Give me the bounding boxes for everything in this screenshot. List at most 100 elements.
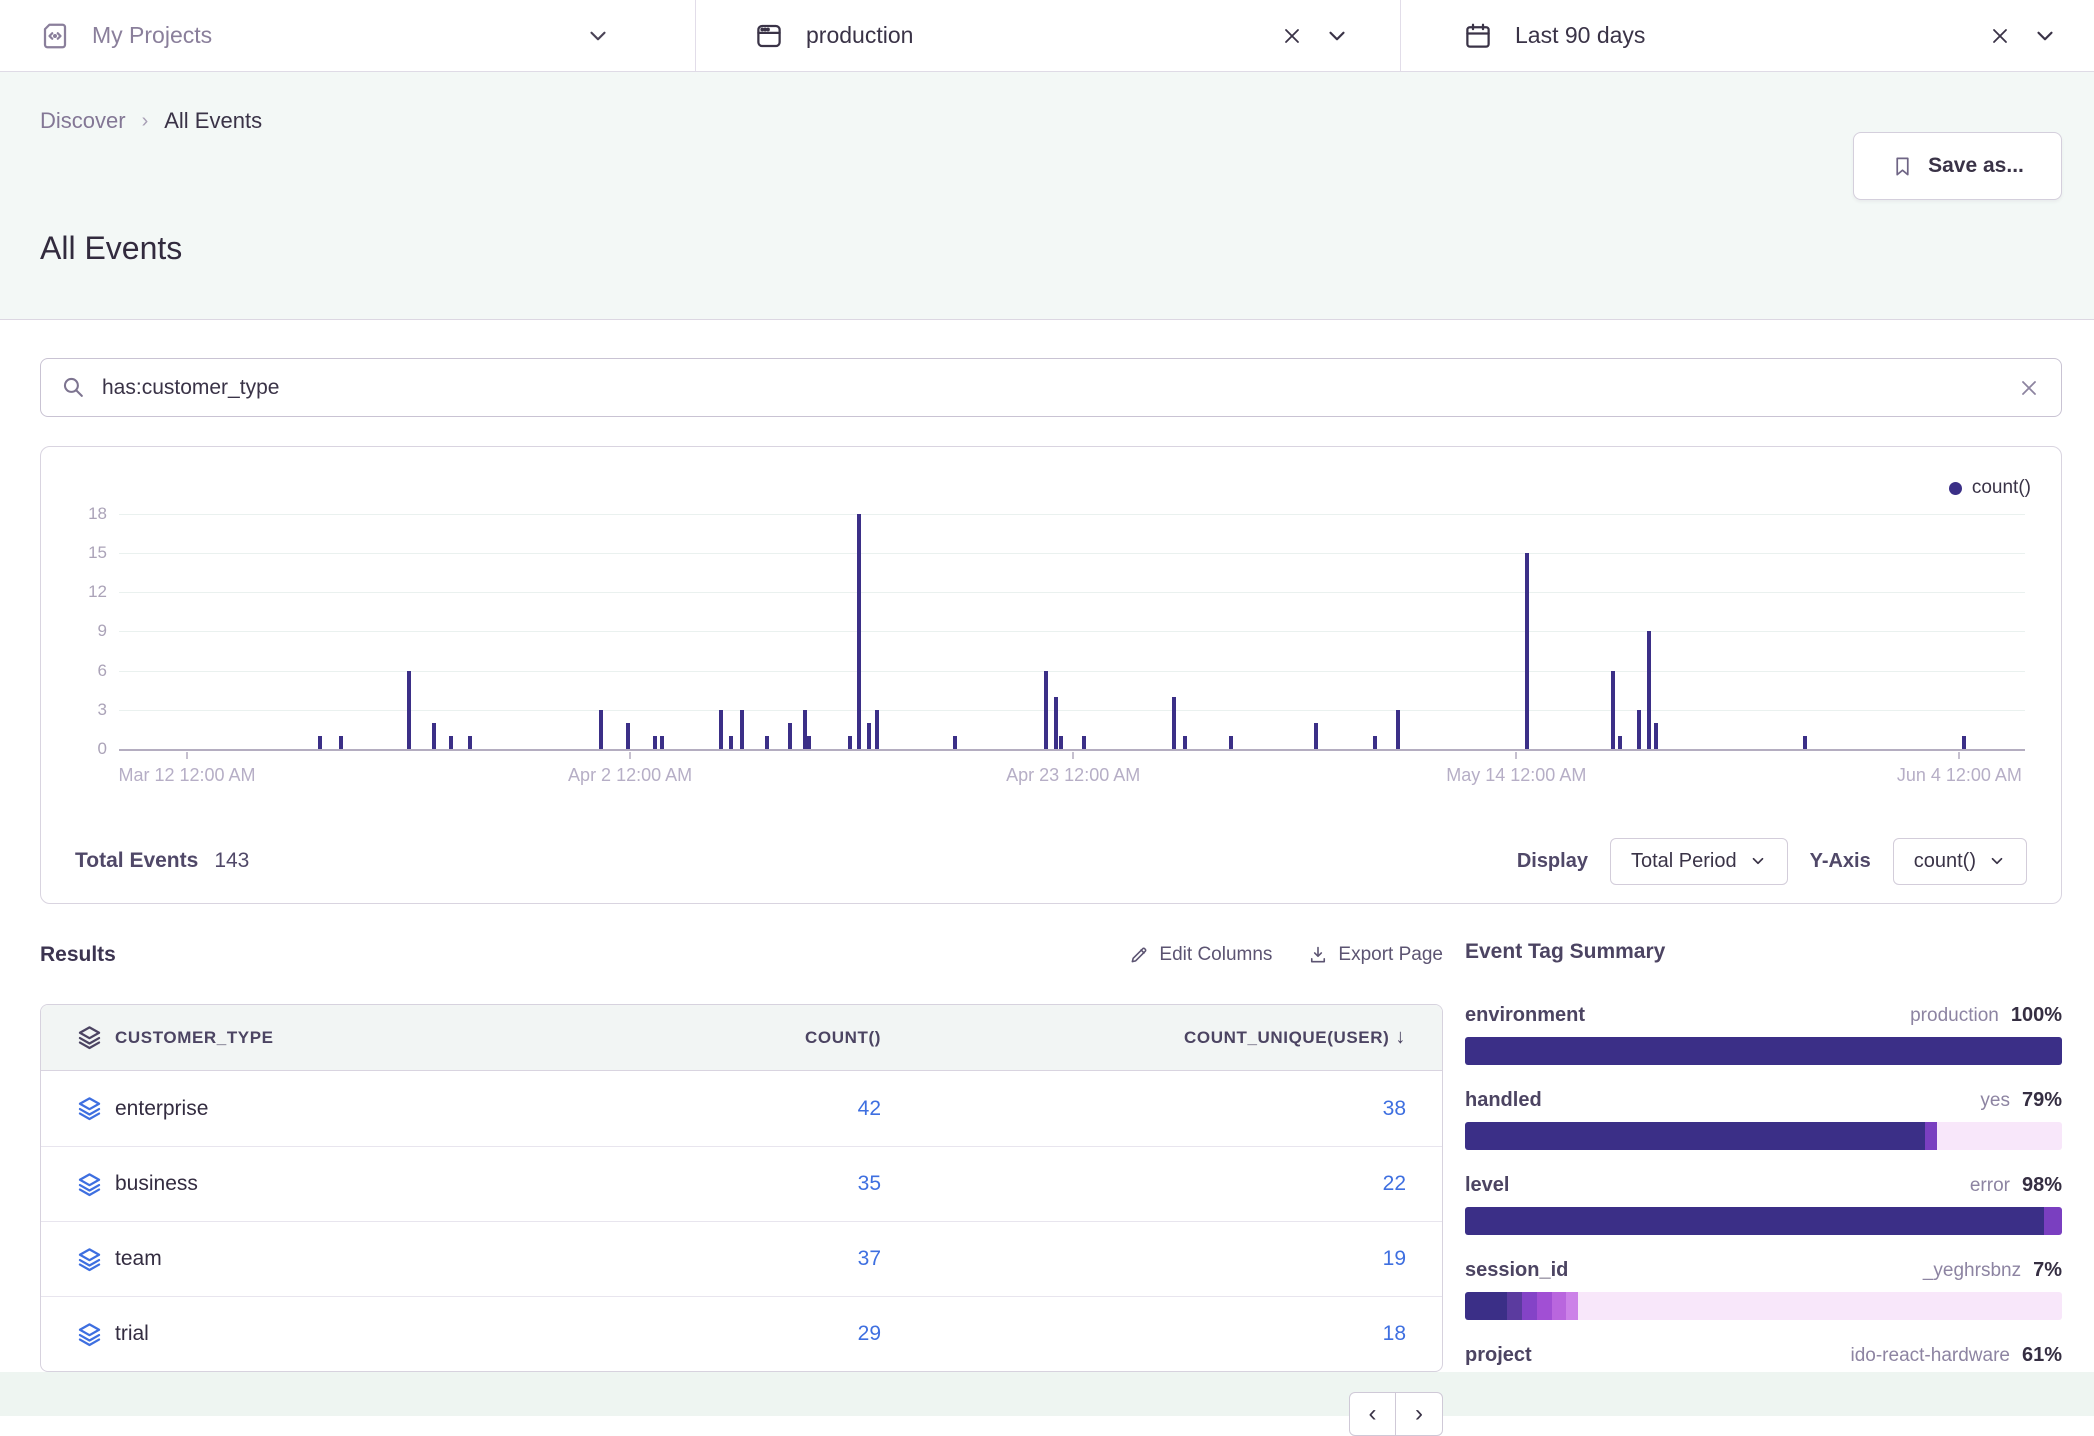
top-filter-bar: My Projects production xyxy=(0,0,2094,72)
tag-summary-list: environmentproduction100%handledyes79%le… xyxy=(1465,1004,2062,1405)
projects-icon xyxy=(40,21,70,51)
table-row: team3719 xyxy=(41,1221,1442,1296)
chart-bar xyxy=(1654,723,1658,749)
chart-bar xyxy=(765,736,769,749)
tag-distribution-bar[interactable] xyxy=(1465,1037,2062,1065)
chevron-down-icon[interactable] xyxy=(1324,23,1350,49)
chart-bar xyxy=(1637,710,1641,749)
display-dropdown[interactable]: Total Period xyxy=(1610,838,1788,885)
tag-distribution-bar[interactable] xyxy=(1465,1207,2062,1235)
count-cell-link[interactable]: 29 xyxy=(587,1322,917,1346)
chart-bar xyxy=(807,736,811,749)
pagination-next-button[interactable]: › xyxy=(1396,1392,1443,1436)
chart-plot[interactable]: 0369121518Mar 12 12:00 AMApr 2 12:00 AMA… xyxy=(41,447,2061,822)
display-dropdown-value: Total Period xyxy=(1631,850,1737,873)
count-unique-user-cell-link[interactable]: 38 xyxy=(917,1097,1442,1121)
breadcrumb-discover-link[interactable]: Discover xyxy=(40,108,126,134)
tag-bar-segment xyxy=(1465,1292,1507,1320)
environment-selector-label: production xyxy=(806,22,913,49)
layers-icon xyxy=(41,1321,115,1348)
breadcrumb: Discover › All Events xyxy=(40,108,262,134)
edit-pencil-icon xyxy=(1129,945,1149,965)
chart-bar xyxy=(626,723,630,749)
chart-bar xyxy=(729,736,733,749)
column-header-count-unique[interactable]: COUNT_UNIQUE(USER) ↓ xyxy=(917,1026,1442,1049)
count-cell-link[interactable]: 35 xyxy=(587,1172,917,1196)
tag-summary-row: levelerror98% xyxy=(1465,1174,2062,1235)
chart-bar xyxy=(867,723,871,749)
chart-bar xyxy=(1618,736,1622,749)
y-axis-tick-label: 15 xyxy=(49,543,107,563)
tag-key: handled xyxy=(1465,1089,1542,1112)
edit-columns-button[interactable]: Edit Columns xyxy=(1129,944,1272,966)
customer-type-cell: team xyxy=(115,1247,587,1271)
chevron-down-icon[interactable] xyxy=(585,23,611,49)
tag-distribution-bar[interactable] xyxy=(1465,1122,2062,1150)
chart-bar xyxy=(653,736,657,749)
count-unique-user-cell-link[interactable]: 19 xyxy=(917,1247,1442,1271)
chart-bar xyxy=(318,736,322,749)
chart-bar xyxy=(1183,736,1187,749)
chevron-down-icon[interactable] xyxy=(2032,23,2058,49)
bookmark-icon xyxy=(1891,155,1914,178)
y-axis-tick-label: 9 xyxy=(49,621,107,641)
count-unique-user-cell-link[interactable]: 22 xyxy=(917,1172,1442,1196)
tag-summary-row: handledyes79% xyxy=(1465,1089,2062,1150)
customer-type-cell: trial xyxy=(115,1322,587,1346)
x-axis-tick xyxy=(1515,752,1517,759)
chart-gridline xyxy=(119,553,2025,554)
y-axis-dropdown[interactable]: count() xyxy=(1893,838,2027,885)
chart-bar xyxy=(1962,736,1966,749)
chart-bar xyxy=(1525,553,1529,749)
chart-footer: Total Events 143 Display Total Period Y-… xyxy=(75,819,2027,903)
project-selector[interactable]: My Projects xyxy=(0,0,695,71)
chart-bar xyxy=(1314,723,1318,749)
chart-bar xyxy=(740,710,744,749)
chevron-down-icon xyxy=(1988,852,2006,870)
export-page-button[interactable]: Export Page xyxy=(1308,944,1443,966)
search-clear-icon[interactable] xyxy=(2017,376,2041,400)
tag-bar-segment xyxy=(1465,1037,2062,1065)
tag-percent: 100% xyxy=(2011,1004,2062,1027)
breadcrumb-current: All Events xyxy=(164,108,262,134)
chart-bar xyxy=(407,671,411,749)
chart-bar xyxy=(1082,736,1086,749)
tag-distribution-bar[interactable] xyxy=(1465,1292,2062,1320)
save-as-button[interactable]: Save as... xyxy=(1853,132,2062,200)
x-axis-tick xyxy=(1958,752,1960,759)
column-header-customer-type[interactable]: CUSTOMER_TYPE xyxy=(115,1028,587,1048)
chart-bar xyxy=(1373,736,1377,749)
table-body: enterprise4238business3522team3719trial2… xyxy=(41,1071,1442,1371)
column-header-count[interactable]: COUNT() xyxy=(587,1028,917,1048)
tag-top-value: _yeghrsbnz xyxy=(1923,1260,2021,1282)
close-icon[interactable] xyxy=(1988,24,2012,48)
environment-selector[interactable]: production xyxy=(695,0,1400,71)
calendar-icon xyxy=(1463,21,1493,51)
tag-bar-segment xyxy=(1552,1292,1567,1320)
page-bottom-strip xyxy=(0,1372,2094,1416)
chart-bar xyxy=(848,736,852,749)
y-axis-dropdown-value: count() xyxy=(1914,850,1976,873)
legend-dot-icon xyxy=(1949,482,1962,495)
results-table: CUSTOMER_TYPE COUNT() COUNT_UNIQUE(USER)… xyxy=(40,1004,1443,1372)
customer-type-cell: enterprise xyxy=(115,1097,587,1121)
search-input[interactable] xyxy=(102,376,2017,400)
count-cell-link[interactable]: 37 xyxy=(587,1247,917,1271)
window-icon xyxy=(754,21,784,51)
pagination: ‹ › xyxy=(1349,1392,1443,1436)
results-section: Results Edit Columns Export Page CUSTOME… xyxy=(40,940,1443,1372)
close-icon[interactable] xyxy=(1280,24,1304,48)
tag-bar-segment xyxy=(1522,1292,1537,1320)
layers-icon xyxy=(41,1024,115,1051)
tag-summary-heading: Event Tag Summary xyxy=(1465,940,2062,970)
count-cell-link[interactable]: 42 xyxy=(587,1097,917,1121)
tag-bar-segment xyxy=(1566,1292,1578,1320)
chart-bar xyxy=(788,723,792,749)
date-range-selector[interactable]: Last 90 days xyxy=(1400,0,2094,71)
y-axis-tick-label: 6 xyxy=(49,661,107,681)
chart-bar xyxy=(953,736,957,749)
chart-bar xyxy=(1647,631,1651,749)
count-unique-user-cell-link[interactable]: 18 xyxy=(917,1322,1442,1346)
pagination-prev-button[interactable]: ‹ xyxy=(1349,1392,1396,1436)
legend-label: count() xyxy=(1972,477,2031,499)
